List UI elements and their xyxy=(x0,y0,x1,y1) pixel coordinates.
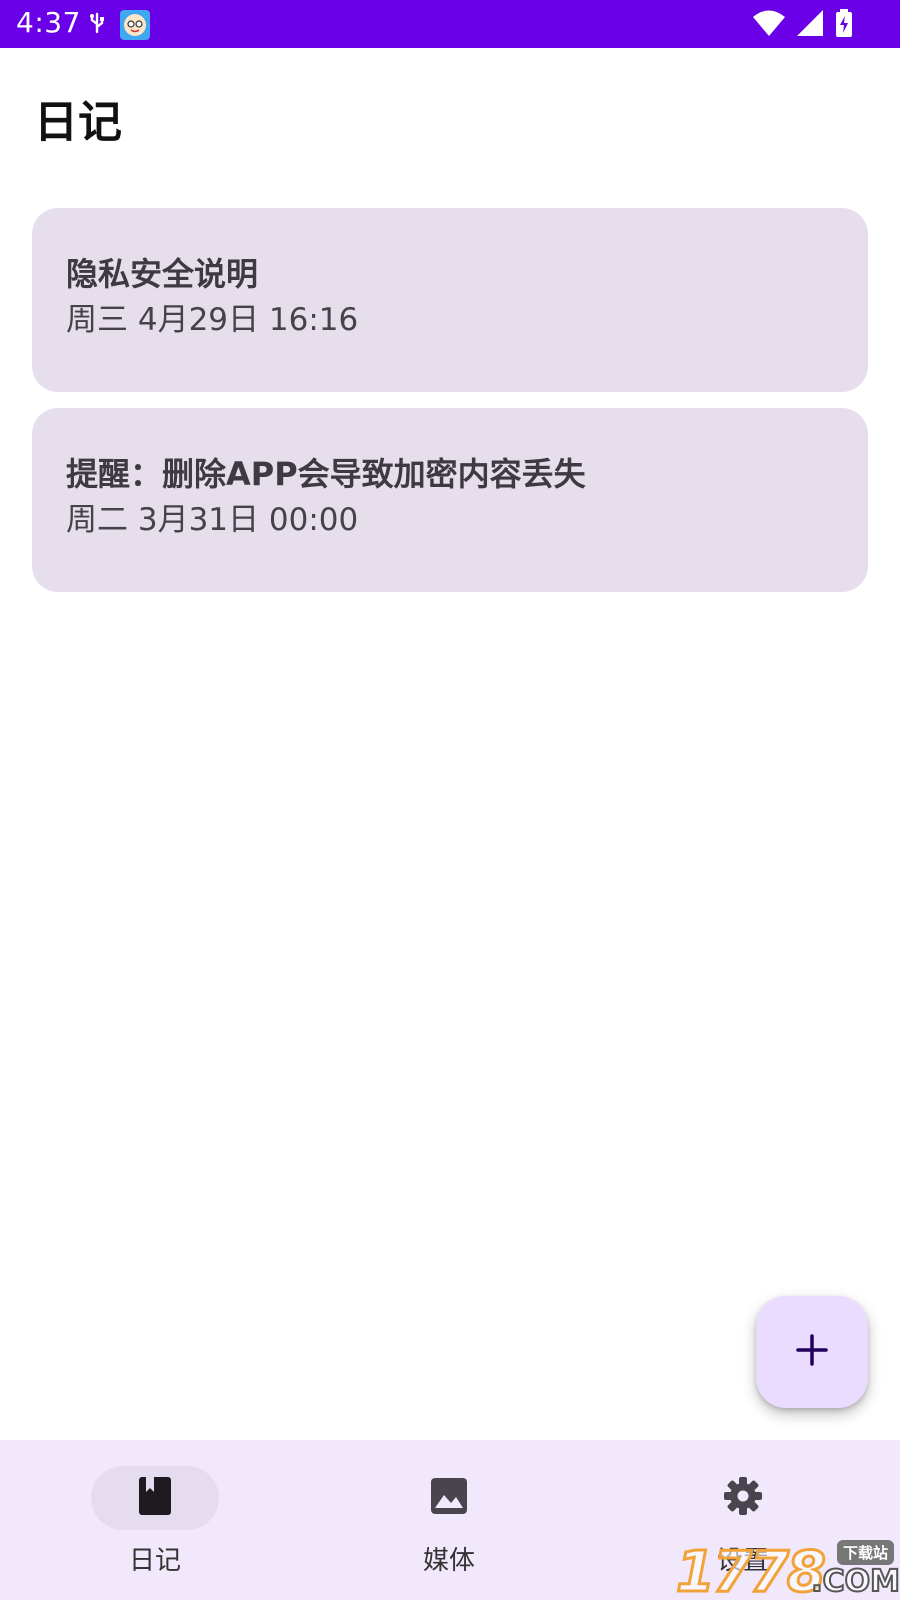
diary-entry-card[interactable]: 隐私安全说明 周三 4月29日 16:16 xyxy=(32,208,868,392)
page-title: 日记 xyxy=(34,97,122,148)
image-icon xyxy=(430,1477,468,1519)
screen: 4:37 日记 隐私安全说明 周三 4月29日 16:16 提醒：删除APP会导… xyxy=(0,0,900,1600)
entry-title: 隐私安全说明 xyxy=(66,255,259,293)
nav-item-media[interactable]: 媒体 xyxy=(354,1466,544,1586)
wifi-icon xyxy=(752,8,786,42)
battery-charging-icon xyxy=(834,8,854,42)
watermark-logo: 1778 下载站 .COM xyxy=(675,1539,900,1600)
nav-icon-container xyxy=(385,1466,513,1530)
add-entry-button[interactable] xyxy=(756,1296,868,1408)
entry-title: 提醒：删除APP会导致加密内容丢失 xyxy=(66,455,586,493)
entry-date: 周二 3月31日 00:00 xyxy=(66,502,359,538)
gear-icon xyxy=(723,1476,763,1520)
plus-icon xyxy=(795,1333,829,1371)
nav-item-diary[interactable]: 日记 xyxy=(60,1466,250,1586)
nav-icon-container xyxy=(679,1466,807,1530)
status-right-icons xyxy=(752,8,854,42)
diary-book-icon xyxy=(138,1476,172,1520)
diary-entry-card[interactable]: 提醒：删除APP会导致加密内容丢失 周二 3月31日 00:00 xyxy=(32,408,868,592)
watermark-badge: 下载站 xyxy=(836,1540,894,1565)
watermark-suffix: .COM xyxy=(810,1563,900,1600)
app-notification-icon xyxy=(120,10,150,40)
watermark-number: 1778 xyxy=(675,1539,828,1600)
nav-label: 媒体 xyxy=(422,1546,475,1576)
cell-signal-icon xyxy=(796,8,824,42)
usb-debug-icon xyxy=(88,11,106,39)
status-left-icons xyxy=(88,10,150,40)
nav-label: 日记 xyxy=(128,1546,181,1576)
status-time: 4:37 xyxy=(16,6,81,39)
nav-active-indicator xyxy=(91,1466,219,1530)
status-bar: 4:37 xyxy=(0,0,900,48)
entry-date: 周三 4月29日 16:16 xyxy=(66,302,359,338)
